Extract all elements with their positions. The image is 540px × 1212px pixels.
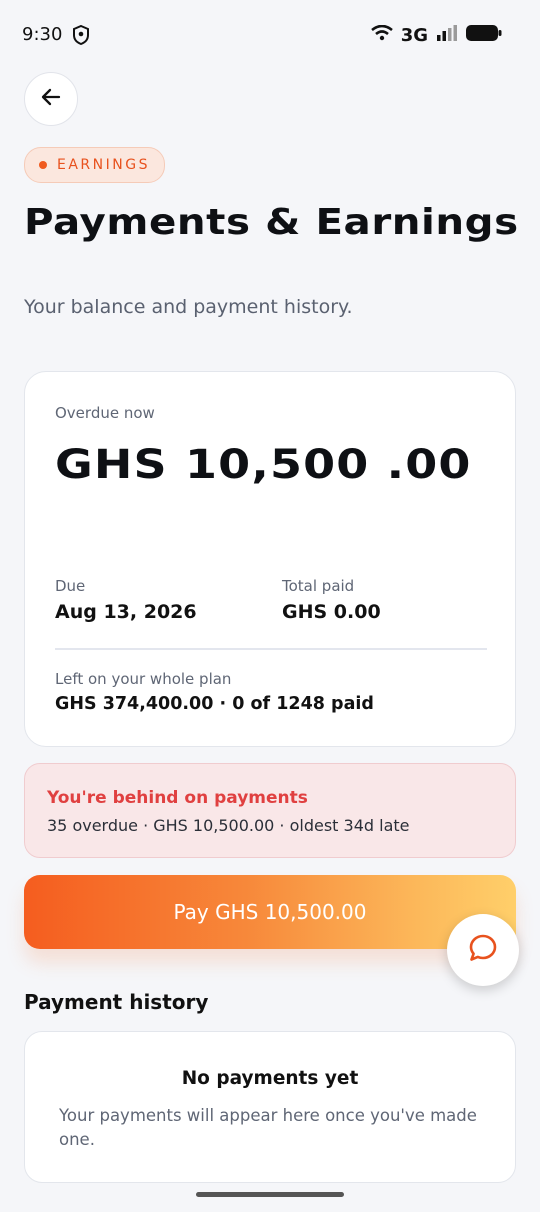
plan-remaining-value: GHS 374,400.00 · 0 of 1248 paid	[55, 694, 374, 714]
back-button[interactable]	[24, 72, 78, 126]
overdue-amount: GHS 10,500 .00	[55, 442, 472, 488]
network-type: 3G	[400, 24, 428, 46]
divider	[55, 648, 487, 650]
arrow-left-icon	[39, 85, 63, 113]
total-paid-label: Total paid	[282, 577, 355, 595]
total-paid-value: GHS 0.00	[282, 601, 381, 623]
empty-state-text: Your payments will appear here once you'…	[59, 1106, 477, 1149]
chat-button[interactable]	[447, 914, 519, 986]
balance-card: Overdue now GHS 10,500 .00 Due Aug 13, 2…	[24, 371, 516, 747]
home-indicator[interactable]	[196, 1192, 344, 1197]
overdue-label: Overdue now	[55, 404, 155, 422]
status-icons: 3G	[370, 24, 502, 46]
signal-icon	[436, 24, 458, 46]
due-date: Aug 13, 2026	[55, 601, 197, 623]
section-pill: EARNINGS	[24, 147, 165, 183]
alert-title: You're behind on payments	[47, 788, 308, 808]
due-label: Due	[55, 577, 86, 595]
wifi-icon	[370, 24, 393, 45]
payment-history-title: Payment history	[24, 990, 209, 1014]
status-time: 9:30	[22, 24, 63, 45]
pill-dot	[39, 161, 47, 169]
battery-icon	[466, 24, 502, 46]
pill-label: EARNINGS	[57, 157, 150, 173]
pay-button[interactable]: Pay GHS 10,500.00	[24, 875, 516, 949]
chat-bubble-icon	[468, 933, 498, 967]
payment-history-card: No payments yet Your payments will appea…	[24, 1031, 516, 1183]
plan-remaining-label: Left on your whole plan	[55, 670, 232, 688]
page-subtitle: Your balance and payment history.	[24, 296, 353, 318]
shield-icon	[72, 24, 90, 49]
status-bar: 9:30 3G	[0, 0, 540, 70]
page-title: Payments & Earnings	[24, 202, 519, 243]
overdue-alert: You're behind on payments 35 overdue · G…	[24, 763, 516, 858]
empty-state-title: No payments yet	[181, 1068, 359, 1089]
alert-text: 35 overdue · GHS 10,500.00 · oldest 34d …	[47, 816, 410, 835]
